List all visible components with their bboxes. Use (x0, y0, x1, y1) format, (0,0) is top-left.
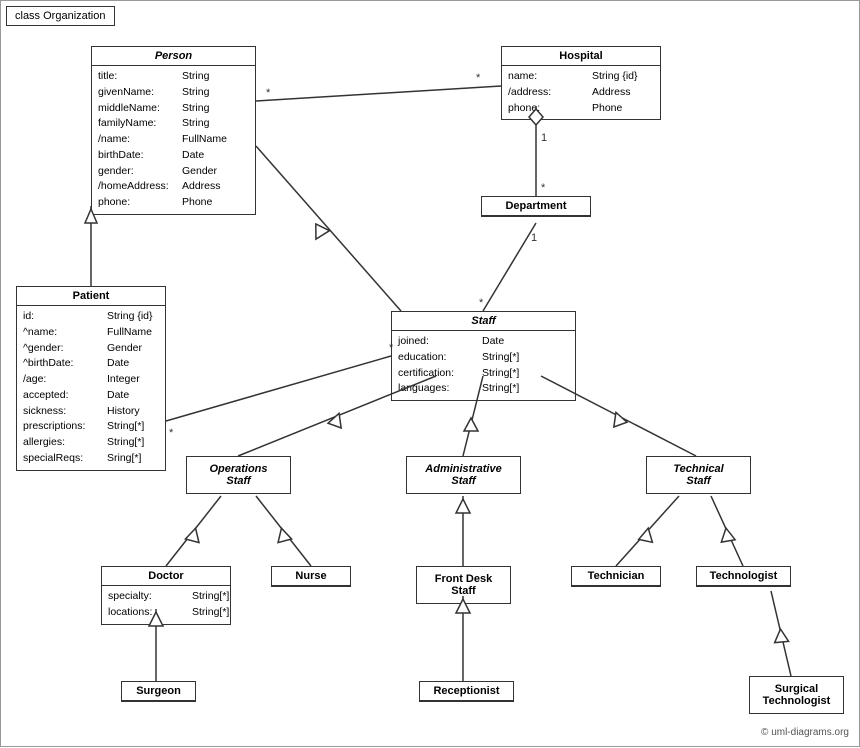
staff-title: Staff (392, 312, 575, 331)
person-title: Person (92, 47, 255, 66)
hospital-title: Hospital (502, 47, 660, 66)
class-hospital: Hospital name:String {id} /address:Addre… (501, 46, 661, 120)
surgical-tech-title: SurgicalTechnologist (750, 677, 843, 713)
technologist-title: Technologist (697, 567, 790, 586)
doctor-title: Doctor (102, 567, 230, 586)
uml-diagram: class Organization Person title:String g… (0, 0, 860, 747)
patient-title: Patient (17, 287, 165, 306)
hospital-attrs: name:String {id} /address:Address phone:… (502, 66, 660, 119)
person-attrs: title:String givenName:String middleName… (92, 66, 255, 214)
nurse-title: Nurse (272, 567, 350, 586)
svg-text:*: * (169, 427, 174, 439)
diagram-title: class Organization (6, 6, 115, 26)
technician-title: Technician (572, 567, 660, 586)
svg-text:*: * (266, 87, 271, 99)
svg-text:*: * (541, 182, 546, 194)
class-technician: Technician (571, 566, 661, 587)
title-text: class Organization (15, 10, 106, 22)
class-surgeon: Surgeon (121, 681, 196, 702)
operations-staff-title: OperationsStaff (187, 457, 290, 493)
class-technologist: Technologist (696, 566, 791, 587)
class-person: Person title:String givenName:String mid… (91, 46, 256, 215)
class-patient: Patient id:String {id} ^name:FullName ^g… (16, 286, 166, 471)
front-desk-title: Front DeskStaff (417, 567, 510, 603)
class-staff: Staff joined:Date education:String[*] ce… (391, 311, 576, 401)
patient-attrs: id:String {id} ^name:FullName ^gender:Ge… (17, 306, 165, 470)
class-surgical-technologist: SurgicalTechnologist (749, 676, 844, 714)
class-front-desk-staff: Front DeskStaff (416, 566, 511, 604)
svg-text:1: 1 (541, 132, 547, 144)
surgeon-title: Surgeon (122, 682, 195, 701)
admin-staff-title: AdministrativeStaff (407, 457, 520, 493)
copyright: © uml-diagrams.org (761, 727, 849, 738)
class-department: Department (481, 196, 591, 217)
doctor-attrs: specialty:String[*] locations:String[*] (102, 586, 230, 624)
receptionist-title: Receptionist (420, 682, 513, 701)
svg-text:*: * (479, 297, 484, 309)
class-doctor: Doctor specialty:String[*] locations:Str… (101, 566, 231, 625)
staff-attrs: joined:Date education:String[*] certific… (392, 331, 575, 400)
class-administrative-staff: AdministrativeStaff (406, 456, 521, 494)
class-receptionist: Receptionist (419, 681, 514, 702)
class-technical-staff: TechnicalStaff (646, 456, 751, 494)
technical-staff-title: TechnicalStaff (647, 457, 750, 493)
svg-text:1: 1 (531, 232, 537, 244)
svg-text:*: * (476, 72, 481, 84)
class-nurse: Nurse (271, 566, 351, 587)
class-operations-staff: OperationsStaff (186, 456, 291, 494)
department-title: Department (482, 197, 590, 216)
